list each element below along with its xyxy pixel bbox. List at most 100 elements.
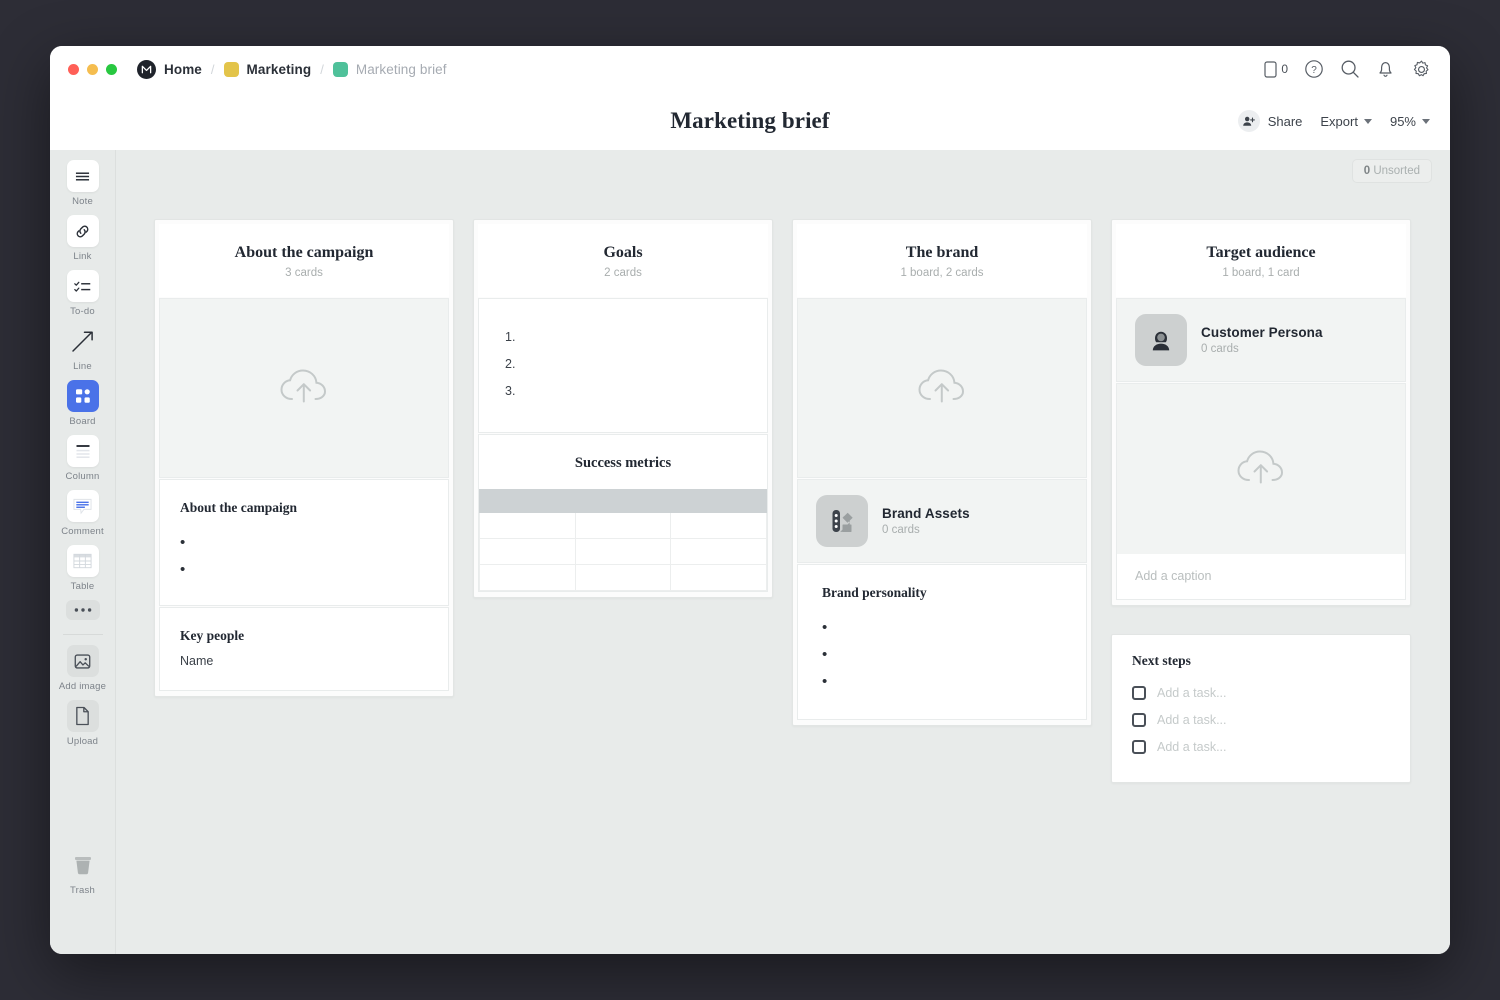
sidebar-label-trash: Trash [70,885,95,896]
add-person-icon [1238,110,1260,132]
todo-label[interactable]: Add a task... [1157,740,1226,754]
note-card-goals-list[interactable]: 1. 2. 3. [478,298,768,433]
table-header-cell[interactable] [575,490,671,513]
media-card-with-caption[interactable]: Add a caption [1116,383,1406,600]
numbered-item[interactable]: 1. [505,323,741,350]
table-icon [67,545,99,577]
titlebar-actions: 0 ? [1264,46,1432,92]
table-row [480,539,767,565]
table-card-success-metrics[interactable]: Success metrics [478,434,768,592]
card-title: Success metrics [489,455,757,472]
sidebar-label-upload: Upload [67,736,98,747]
table-header-cell[interactable] [671,490,767,513]
sidebar-item-link[interactable]: Link [54,215,112,262]
breadcrumb-label-home: Home [164,62,202,77]
bullet-item[interactable] [822,668,1062,695]
table-cell[interactable] [671,565,767,591]
help-icon[interactable]: ? [1304,59,1324,79]
bullet-item[interactable] [180,556,428,583]
sidebar-item-trash[interactable]: Trash [67,849,99,896]
close-window-button[interactable] [68,64,79,75]
bullet-item[interactable] [180,529,428,556]
sidebar-item-more[interactable] [54,600,112,620]
unsorted-badge[interactable]: 0 Unsorted [1352,159,1432,183]
bullet-item[interactable] [822,614,1062,641]
maximize-window-button[interactable] [106,64,117,75]
zoom-menu[interactable]: 95% [1390,114,1430,129]
success-metrics-table[interactable] [479,489,767,591]
checkbox-icon[interactable] [1132,686,1146,700]
column-target-audience[interactable]: Target audience 1 board, 1 card [1111,219,1411,606]
table-cell[interactable] [575,565,671,591]
board-canvas[interactable]: 0 Unsorted About the campaign 3 cards [116,150,1450,954]
todo-item[interactable]: Add a task... [1132,733,1390,760]
bullet-list [180,529,428,583]
table-cell[interactable] [575,513,671,539]
sidebar-item-upload[interactable]: Upload [54,700,112,747]
board-card-name: Customer Persona [1201,325,1323,340]
svg-text:?: ? [1311,65,1317,76]
todo-label[interactable]: Add a task... [1157,713,1226,727]
sidebar-item-todo[interactable]: To-do [54,270,112,317]
minimize-window-button[interactable] [87,64,98,75]
tool-sidebar: Note Link To-do Line [50,150,116,954]
search-icon[interactable] [1340,59,1360,79]
caption-input[interactable]: Add a caption [1117,554,1405,599]
todo-label[interactable]: Add a task... [1157,686,1226,700]
table-cell[interactable] [671,513,767,539]
mobile-icon [1264,61,1277,78]
column-about-the-campaign[interactable]: About the campaign 3 cards About the cam… [154,219,454,697]
table-cell[interactable] [575,539,671,565]
sidebar-item-board[interactable]: Board [54,380,112,427]
sidebar-item-note[interactable]: Note [54,160,112,207]
note-card-key-people[interactable]: Key people Name [159,607,449,691]
column-subtitle: 2 cards [488,267,758,279]
checkbox-icon[interactable] [1132,713,1146,727]
table-cell[interactable] [480,539,576,565]
cloud-upload-icon [276,364,332,413]
bullet-item[interactable] [822,641,1062,668]
breadcrumb-item-marketing[interactable]: Marketing [224,62,312,77]
sidebar-label-link: Link [73,251,91,262]
column-subtitle: 3 cards [169,267,439,279]
card-next-steps[interactable]: Next steps Add a task... Add a task... A… [1111,634,1411,783]
media-drop-area[interactable] [1117,384,1405,554]
note-card-about-the-campaign[interactable]: About the campaign [159,479,449,606]
table-cell[interactable] [480,513,576,539]
notification-bell-icon[interactable] [1376,59,1395,79]
checkbox-icon[interactable] [1132,740,1146,754]
sidebar-item-table[interactable]: Table [54,545,112,592]
board-card-info: Brand Assets 0 cards [882,506,970,536]
export-menu[interactable]: Export [1320,114,1372,129]
share-button[interactable]: Share [1238,110,1303,132]
card-text[interactable]: Name [180,654,428,668]
numbered-item[interactable]: 2. [505,350,741,377]
todo-item[interactable]: Add a task... [1132,706,1390,733]
table-header-cell[interactable] [480,490,576,513]
settings-gear-icon[interactable] [1411,59,1432,80]
table-cell[interactable] [480,565,576,591]
sidebar-item-line[interactable]: Line [54,325,112,372]
sidebar-item-add-image[interactable]: Add image [54,645,112,692]
breadcrumb: Home / Marketing / Marketing brief [137,60,447,79]
media-drop-card[interactable] [159,298,449,478]
share-label: Share [1268,114,1303,129]
board-card-brand-assets[interactable]: Brand Assets 0 cards [797,479,1087,563]
column-title: The brand [807,244,1077,262]
mobile-devices-button[interactable]: 0 [1264,61,1288,78]
todo-item[interactable]: Add a task... [1132,679,1390,706]
person-avatar-icon [1135,314,1187,366]
board-icon [67,380,99,412]
column-goals[interactable]: Goals 2 cards 1. 2. 3. Success metrics [473,219,773,598]
breadcrumb-item-marketing-brief[interactable]: Marketing brief [333,62,447,77]
link-icon [67,215,99,247]
table-cell[interactable] [671,539,767,565]
sidebar-item-column[interactable]: Column [54,435,112,482]
sidebar-item-comment[interactable]: Comment [54,490,112,537]
note-card-brand-personality[interactable]: Brand personality [797,564,1087,720]
numbered-item[interactable]: 3. [505,377,741,404]
media-drop-card[interactable] [797,298,1087,478]
board-card-customer-persona[interactable]: Customer Persona 0 cards [1116,298,1406,382]
column-the-brand[interactable]: The brand 1 board, 2 cards [792,219,1092,726]
breadcrumb-item-home[interactable]: Home [137,60,202,79]
